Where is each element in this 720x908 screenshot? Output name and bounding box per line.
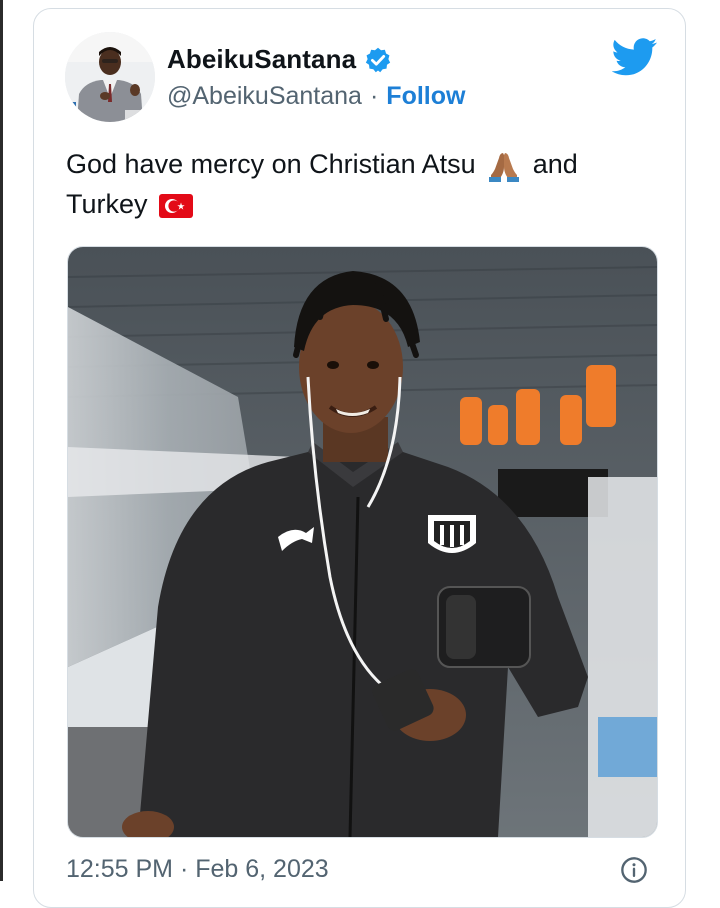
separator-dot: · [369, 82, 379, 110]
display-name[interactable]: AbeikuSantana [167, 44, 356, 75]
verified-badge-icon [366, 47, 391, 72]
tweet-text-and: and [532, 149, 578, 179]
photo-player-stadium [68, 247, 657, 837]
tweet-timestamp[interactable]: 12:55 PM · Feb 6, 2023 [66, 855, 329, 884]
tweet-text: God have mercy on Christian Atsu and Tur… [66, 144, 626, 224]
handle[interactable]: @AbeikuSantana [167, 82, 362, 111]
tweet-text-line2: Turkey [66, 189, 148, 219]
twitter-bird-icon[interactable] [612, 38, 658, 76]
praying-hands-emoji [489, 152, 520, 182]
handle-row: @AbeikuSantana · Follow [167, 82, 465, 111]
page-edge [0, 0, 3, 881]
author-name-row: AbeikuSantana [167, 44, 392, 75]
info-icon[interactable] [620, 856, 648, 884]
avatar[interactable] [65, 32, 155, 122]
follow-button[interactable]: Follow [386, 82, 465, 111]
avatar-photo [65, 32, 155, 122]
tweet-text-line1: God have mercy on Christian Atsu [66, 149, 476, 179]
tweet-media-image[interactable] [67, 246, 658, 838]
turkey-flag-emoji [159, 193, 194, 218]
